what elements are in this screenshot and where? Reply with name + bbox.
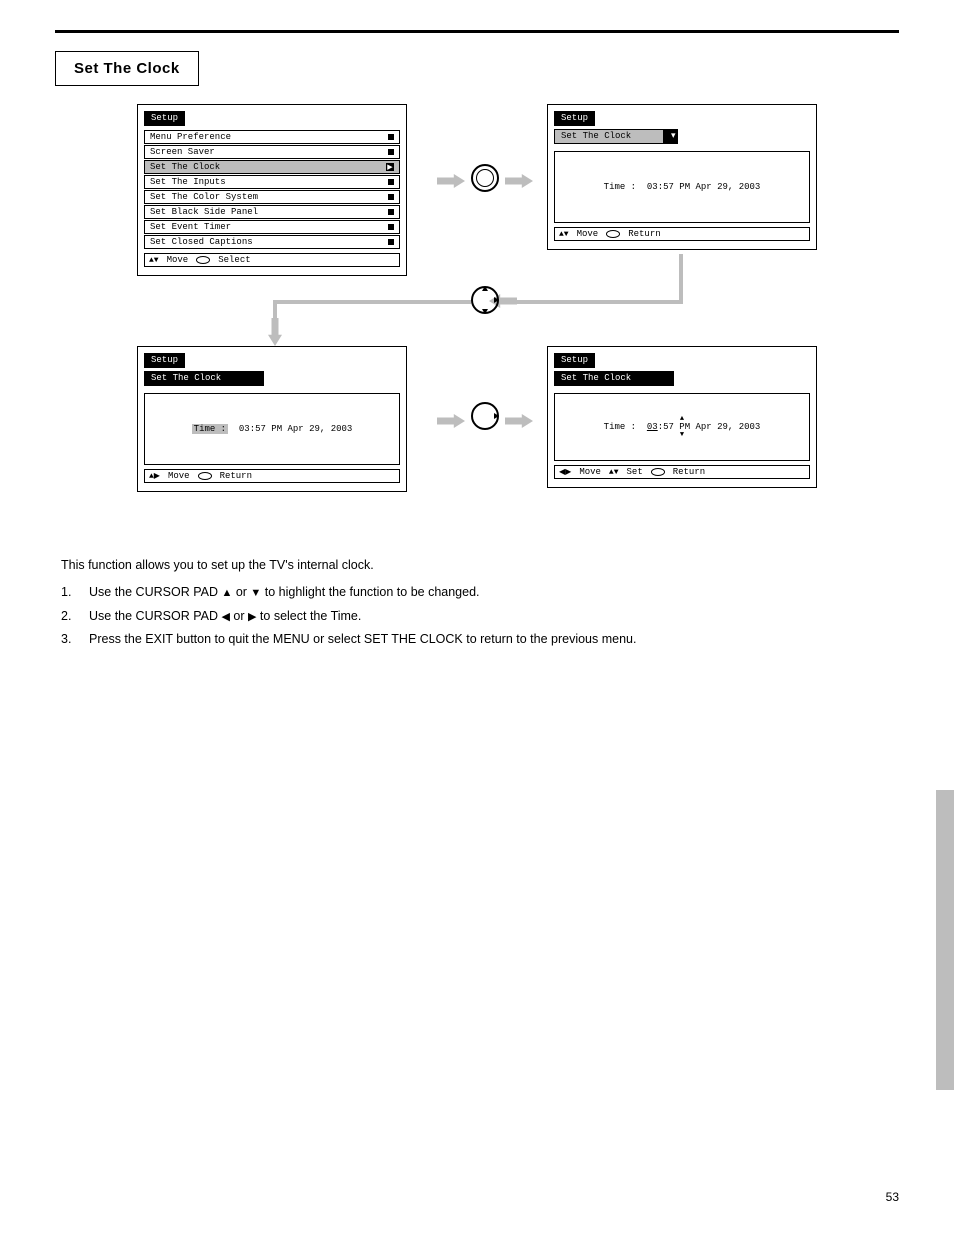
osd-set-clock-view: Setup Set The Clock▾ Time : 03:57 PM Apr… xyxy=(547,104,817,250)
menu-item[interactable]: Menu Preference xyxy=(144,130,400,144)
instruction-step: 2. Use the CURSOR PAD ◀ or ▶ to select t… xyxy=(61,607,893,626)
sub-set-clock: Set The Clock xyxy=(554,371,674,386)
arrow-right-icon xyxy=(505,414,533,428)
tab-setup: Setup xyxy=(554,111,595,126)
help-bar: ◀▶Move ▲▼Set Return xyxy=(554,465,810,479)
tab-setup: Setup xyxy=(144,111,185,126)
menu-item[interactable]: Set The Color System xyxy=(144,190,400,204)
menu-item[interactable]: Set The Inputs xyxy=(144,175,400,189)
menu-item-selected[interactable]: Set The Clock▶ xyxy=(144,160,400,174)
time-edit[interactable]: ▲ Time : 03:57 PM Apr 29, 2003 ▼ xyxy=(554,393,810,461)
osd-set-clock-edit: Setup Set The Clock ▲ Time : 03:57 PM Ap… xyxy=(547,346,817,488)
cursor-updown-icon xyxy=(471,286,499,314)
menu-item[interactable]: Set Event Timer xyxy=(144,220,400,234)
tab-setup: Setup xyxy=(144,353,185,368)
sub-set-clock: Set The Clock xyxy=(554,129,664,144)
menu-item[interactable]: Screen Saver xyxy=(144,145,400,159)
instruction-lead: This function allows you to set up the T… xyxy=(61,556,893,575)
arrow-right-icon xyxy=(437,414,465,428)
instruction-step: 1. Use the CURSOR PAD ▲ or ▼ to highligh… xyxy=(61,583,893,602)
arrow-right-icon xyxy=(505,174,533,188)
side-page-tab xyxy=(936,790,954,1090)
connector xyxy=(679,254,683,304)
time-display: Time : 03:57 PM Apr 29, 2003 xyxy=(144,393,400,465)
tab-setup: Setup xyxy=(554,353,595,368)
flow-diagram: Setup Menu Preference Screen Saver Set T… xyxy=(57,104,897,534)
sub-set-clock: Set The Clock xyxy=(144,371,264,386)
menu-item[interactable]: Set Black Side Panel xyxy=(144,205,400,219)
osd-setup-menu: Setup Menu Preference Screen Saver Set T… xyxy=(137,104,407,276)
time-display: Time : 03:57 PM Apr 29, 2003 xyxy=(554,151,810,223)
arrow-right-icon xyxy=(437,174,465,188)
instruction-text: This function allows you to set up the T… xyxy=(61,556,893,650)
cursor-select-icon xyxy=(471,164,499,192)
section-title-box: Set The Clock xyxy=(55,51,199,86)
help-bar: ▲▼Move Return xyxy=(554,227,810,241)
osd-set-clock-hl: Setup Set The Clock Time : 03:57 PM Apr … xyxy=(137,346,407,492)
help-bar: ▲▼Move Select xyxy=(144,253,400,267)
arrow-down-icon xyxy=(268,318,282,346)
connector xyxy=(273,300,277,320)
instruction-step: 3. Press the EXIT button to quit the MEN… xyxy=(61,630,893,649)
connector xyxy=(277,300,471,304)
page-rule xyxy=(55,30,899,33)
cursor-right-icon xyxy=(471,402,499,430)
menu-item[interactable]: Set Closed Captions xyxy=(144,235,400,249)
page-number: 53 xyxy=(55,1190,899,1204)
connector xyxy=(517,300,683,304)
help-bar: ▲▶Move Return xyxy=(144,469,400,483)
